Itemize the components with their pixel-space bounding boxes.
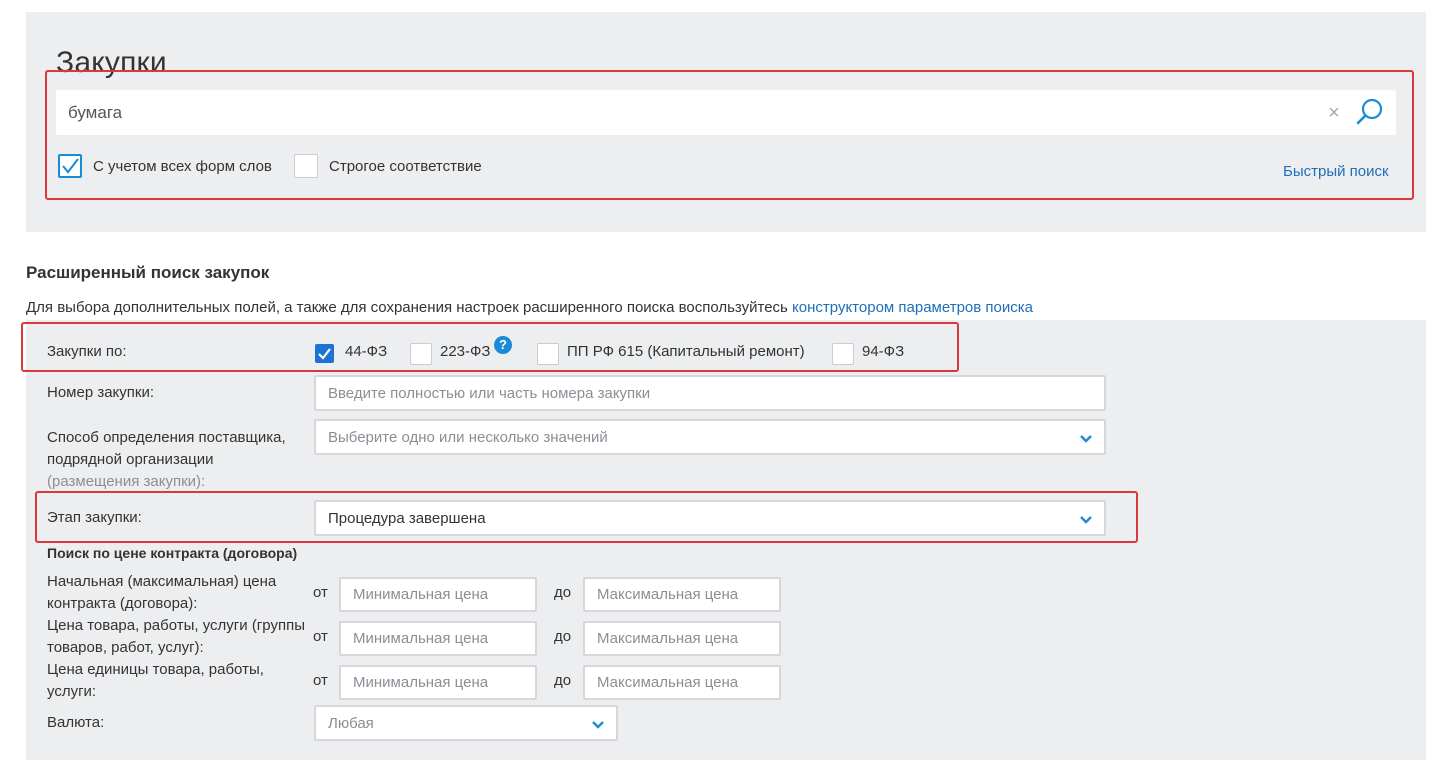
to-label: до — [554, 584, 572, 601]
to-label: до — [554, 672, 572, 689]
law-223-checkbox[interactable] — [410, 343, 432, 365]
purchases-by-label: Закупки по: — [47, 343, 127, 360]
unit-price-max-input[interactable] — [583, 665, 781, 700]
law-94-checkbox[interactable] — [832, 343, 854, 365]
word-forms-checkbox[interactable] — [58, 154, 82, 178]
goods-price-max-input[interactable] — [583, 621, 781, 656]
stage-label: Этап закупки: — [47, 509, 142, 526]
pp-615-checkbox[interactable] — [537, 343, 559, 365]
goods-price-label-line2: товаров, работ, услуг): — [47, 639, 204, 656]
goods-price-min-input[interactable] — [339, 621, 537, 656]
quick-search-link[interactable]: Быстрый поиск — [1283, 163, 1389, 180]
help-icon[interactable]: ? — [494, 336, 512, 354]
law-44-checkbox[interactable] — [315, 344, 334, 363]
search-icon[interactable] — [1354, 96, 1386, 128]
advanced-search-description: Для выбора дополнительных полей, а также… — [26, 299, 1033, 316]
from-label: от — [313, 672, 328, 689]
law-44-label: 44-ФЗ — [345, 343, 388, 360]
goods-price-label: Цена товара, работы, услуги (группы това… — [47, 615, 305, 659]
currency-value: Любая — [328, 715, 374, 732]
unit-price-label: Цена единицы товара, работы, услуги: — [47, 659, 264, 703]
supplier-method-label-line3: (размещения закупки): — [47, 473, 206, 490]
strict-match-label: Строгое соответствие — [329, 158, 482, 175]
supplier-method-select[interactable]: Выберите одно или несколько значений — [314, 419, 1106, 455]
law-223-label: 223-ФЗ — [440, 343, 491, 360]
chevron-down-icon — [1080, 516, 1092, 524]
initial-price-label: Начальная (максимальная) цена контракта … — [47, 571, 276, 615]
initial-price-min-input[interactable] — [339, 577, 537, 612]
pp-615-label: ПП РФ 615 (Капитальный ремонт) — [567, 343, 805, 360]
purchase-number-input[interactable] — [314, 375, 1106, 411]
purchase-number-label: Номер закупки: — [47, 384, 155, 401]
advanced-search-title: Расширенный поиск закупок — [26, 263, 270, 282]
supplier-method-label: Способ определения поставщика, подрядной… — [47, 427, 286, 493]
page-title: Закупки — [56, 46, 167, 79]
search-input[interactable] — [56, 90, 1316, 135]
word-forms-label: С учетом всех форм слов — [93, 158, 272, 175]
chevron-down-icon — [592, 721, 604, 729]
price-section-title: Поиск по цене контракта (договора) — [47, 545, 298, 561]
supplier-method-label-line2: подрядной организации — [47, 451, 214, 468]
unit-price-label-line1: Цена единицы товара, работы, — [47, 661, 264, 678]
goods-price-label-line1: Цена товара, работы, услуги (группы — [47, 617, 305, 634]
from-label: от — [313, 628, 328, 645]
unit-price-label-line2: услуги: — [47, 683, 97, 700]
stage-select[interactable]: Процедура завершена — [314, 500, 1106, 536]
supplier-method-label-line1: Способ определения поставщика, — [47, 429, 286, 446]
search-box: × — [56, 90, 1396, 135]
chevron-down-icon — [1080, 435, 1092, 443]
check-icon — [62, 158, 79, 174]
clear-icon[interactable]: × — [1326, 103, 1342, 123]
initial-price-label-line1: Начальная (максимальная) цена — [47, 573, 277, 590]
currency-label: Валюта: — [47, 714, 105, 731]
supplier-method-placeholder: Выберите одно или несколько значений — [328, 429, 608, 446]
initial-price-label-line2: контракта (договора): — [47, 595, 198, 612]
stage-value: Процедура завершена — [328, 510, 486, 527]
from-label: от — [313, 584, 328, 601]
law-94-label: 94-ФЗ — [862, 343, 905, 360]
constructor-link[interactable]: конструктором параметров поиска — [792, 299, 1033, 316]
to-label: до — [554, 628, 572, 645]
strict-match-checkbox[interactable] — [294, 154, 318, 178]
description-text: Для выбора дополнительных полей, а также… — [26, 299, 788, 316]
check-icon — [318, 348, 331, 360]
unit-price-min-input[interactable] — [339, 665, 537, 700]
currency-select[interactable]: Любая — [314, 705, 618, 741]
initial-price-max-input[interactable] — [583, 577, 781, 612]
